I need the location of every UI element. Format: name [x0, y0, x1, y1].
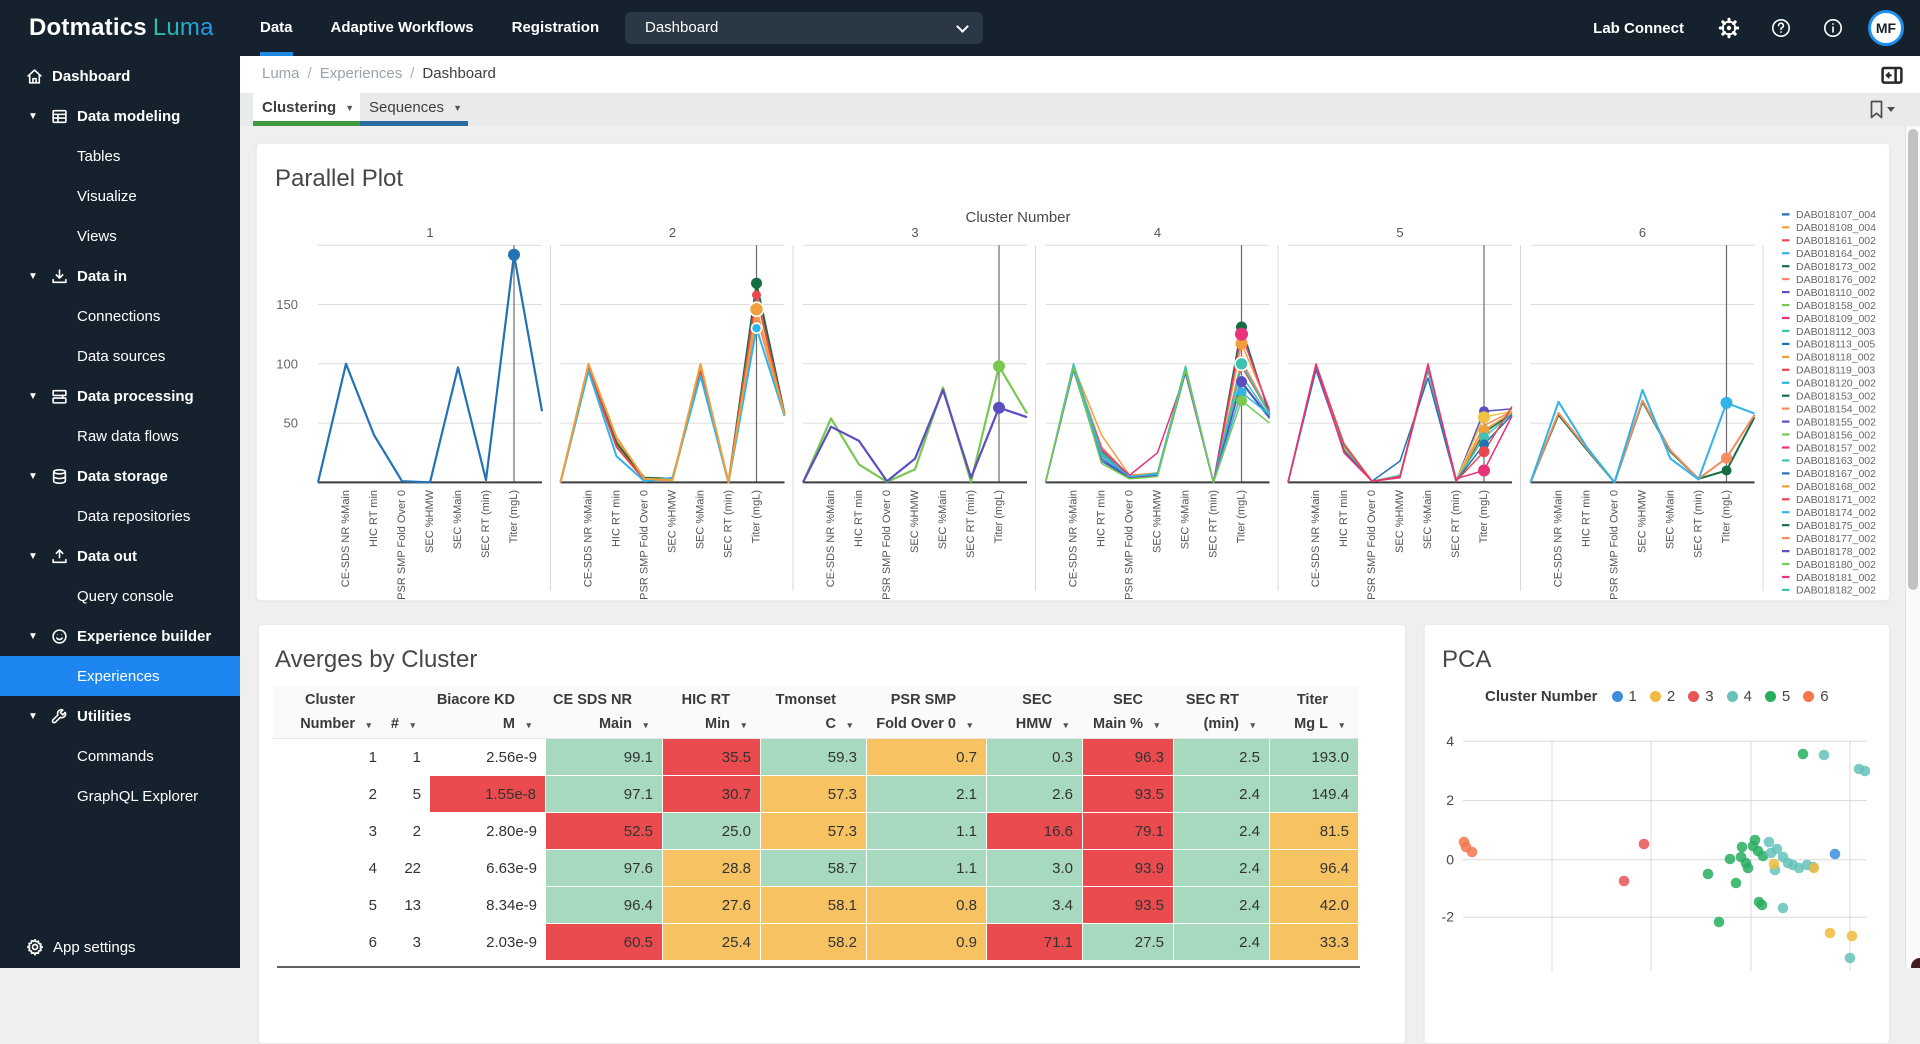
svg-text:2: 2: [1446, 792, 1454, 808]
svg-text:DAB018178_002: DAB018178_002: [1796, 546, 1876, 558]
svg-text:SEC RT (min): SEC RT (min): [1693, 490, 1705, 558]
svg-text:DAB018161_002: DAB018161_002: [1796, 235, 1876, 247]
svg-text:HIC RT min: HIC RT min: [1338, 490, 1350, 547]
svg-text:SEC %Main: SEC %Main: [937, 490, 949, 549]
svg-text:PSR SMP Fold Over 0: PSR SMP Fold Over 0: [1609, 490, 1621, 600]
svg-text:DAB018155_002: DAB018155_002: [1796, 416, 1876, 428]
svg-text:SEC %Main: SEC %Main: [695, 490, 707, 549]
svg-text:SEC RT (min): SEC RT (min): [1450, 490, 1462, 558]
svg-text:Titer (mgL): Titer (mgL): [1478, 490, 1490, 543]
svg-text:SEC %Main: SEC %Main: [1422, 490, 1434, 549]
svg-text:SEC %Main: SEC %Main: [452, 490, 464, 549]
svg-text:DAB018107_004: DAB018107_004: [1796, 209, 1876, 221]
svg-text:CE-SDS NR %Main: CE-SDS NR %Main: [1310, 490, 1322, 587]
svg-text:Titer (mgL): Titer (mgL): [508, 490, 520, 543]
svg-text:DAB018109_002: DAB018109_002: [1796, 313, 1876, 325]
svg-text:4: 4: [1446, 733, 1454, 749]
svg-text:SEC %Main: SEC %Main: [1665, 490, 1677, 549]
svg-text:PSR SMP Fold Over 0: PSR SMP Fold Over 0: [1124, 490, 1136, 600]
svg-text:DAB018180_002: DAB018180_002: [1796, 559, 1876, 571]
svg-text:DAB018167_002: DAB018167_002: [1796, 468, 1876, 480]
svg-text:CE-SDS NR %Main: CE-SDS NR %Main: [1553, 490, 1565, 587]
svg-text:DAB018164_002: DAB018164_002: [1796, 248, 1876, 260]
svg-text:HIC RT min: HIC RT min: [853, 490, 865, 547]
svg-text:SEC %HMW: SEC %HMW: [1637, 489, 1649, 553]
svg-text:PSR SMP Fold Over 0: PSR SMP Fold Over 0: [396, 490, 408, 600]
svg-text:DAB018108_004: DAB018108_004: [1796, 222, 1876, 234]
svg-text:PSR SMP Fold Over 0: PSR SMP Fold Over 0: [639, 490, 651, 600]
svg-text:DAB018153_002: DAB018153_002: [1796, 391, 1876, 403]
svg-text:1: 1: [426, 225, 433, 240]
svg-text:CE-SDS NR %Main: CE-SDS NR %Main: [825, 490, 837, 587]
svg-text:PSR SMP Fold Over 0: PSR SMP Fold Over 0: [881, 490, 893, 600]
svg-text:DAB018176_002: DAB018176_002: [1796, 274, 1876, 286]
svg-text:CE-SDS NR %Main: CE-SDS NR %Main: [1068, 490, 1080, 587]
svg-text:CE-SDS NR %Main: CE-SDS NR %Main: [340, 490, 352, 587]
svg-text:DAB018110_002: DAB018110_002: [1796, 287, 1875, 299]
svg-text:4: 4: [1154, 225, 1161, 240]
svg-text:DAB018118_002: DAB018118_002: [1796, 352, 1875, 364]
svg-text:DAB018112_003: DAB018112_003: [1796, 326, 1875, 338]
svg-text:5: 5: [1396, 225, 1403, 240]
svg-text:SEC %HMW: SEC %HMW: [909, 489, 921, 553]
svg-text:2: 2: [669, 225, 676, 240]
svg-text:DAB018158_002: DAB018158_002: [1796, 300, 1876, 312]
svg-text:DAB018182_002: DAB018182_002: [1796, 585, 1876, 597]
svg-text:SEC %Main: SEC %Main: [1180, 490, 1192, 549]
svg-text:DAB018168_002: DAB018168_002: [1796, 481, 1876, 493]
svg-text:HIC RT min: HIC RT min: [1581, 490, 1593, 547]
svg-text:DAB018120_002: DAB018120_002: [1796, 378, 1876, 390]
svg-text:0: 0: [1446, 851, 1454, 867]
svg-text:Titer (mgL): Titer (mgL): [1721, 490, 1733, 543]
svg-text:DAB018171_002: DAB018171_002: [1796, 494, 1876, 506]
svg-text:PSR SMP Fold Over 0: PSR SMP Fold Over 0: [1366, 490, 1378, 600]
svg-text:50: 50: [284, 416, 298, 431]
svg-text:DAB018119_003: DAB018119_003: [1796, 365, 1875, 377]
svg-text:Titer (mgL): Titer (mgL): [993, 490, 1005, 543]
svg-text:SEC %HMW: SEC %HMW: [1394, 489, 1406, 553]
svg-text:DAB018154_002: DAB018154_002: [1796, 403, 1876, 415]
svg-text:SEC RT (min): SEC RT (min): [1208, 490, 1220, 558]
svg-text:Titer (mgL): Titer (mgL): [1236, 490, 1248, 543]
svg-text:SEC RT (min): SEC RT (min): [723, 490, 735, 558]
svg-text:Cluster Number: Cluster Number: [965, 209, 1070, 226]
svg-text:Titer (mgL): Titer (mgL): [751, 490, 763, 543]
svg-text:SEC RT (min): SEC RT (min): [965, 490, 977, 558]
svg-text:CE-SDS NR %Main: CE-SDS NR %Main: [583, 490, 595, 587]
svg-text:SEC %HMW: SEC %HMW: [1152, 489, 1164, 553]
svg-text:SEC RT (min): SEC RT (min): [480, 490, 492, 558]
svg-text:DAB018157_002: DAB018157_002: [1796, 442, 1876, 454]
svg-text:DAB018113_005: DAB018113_005: [1796, 339, 1875, 351]
svg-text:DAB018156_002: DAB018156_002: [1796, 429, 1876, 441]
svg-text:DAB018177_002: DAB018177_002: [1796, 533, 1876, 545]
svg-text:150: 150: [276, 297, 298, 312]
svg-text:SEC %HMW: SEC %HMW: [424, 489, 436, 553]
svg-text:100: 100: [276, 356, 298, 371]
svg-text:3: 3: [911, 225, 918, 240]
svg-text:SEC %HMW: SEC %HMW: [667, 489, 679, 553]
svg-text:6: 6: [1639, 225, 1646, 240]
svg-text:DAB018175_002: DAB018175_002: [1796, 520, 1876, 532]
svg-text:HIC RT min: HIC RT min: [611, 490, 623, 547]
svg-text:DAB018163_002: DAB018163_002: [1796, 455, 1876, 467]
svg-text:DAB018181_002: DAB018181_002: [1796, 572, 1876, 584]
svg-text:DAB018174_002: DAB018174_002: [1796, 507, 1876, 519]
svg-text:-2: -2: [1442, 909, 1455, 925]
svg-text:HIC RT min: HIC RT min: [368, 490, 380, 547]
svg-text:DAB018173_002: DAB018173_002: [1796, 261, 1876, 273]
svg-text:HIC RT min: HIC RT min: [1096, 490, 1108, 547]
